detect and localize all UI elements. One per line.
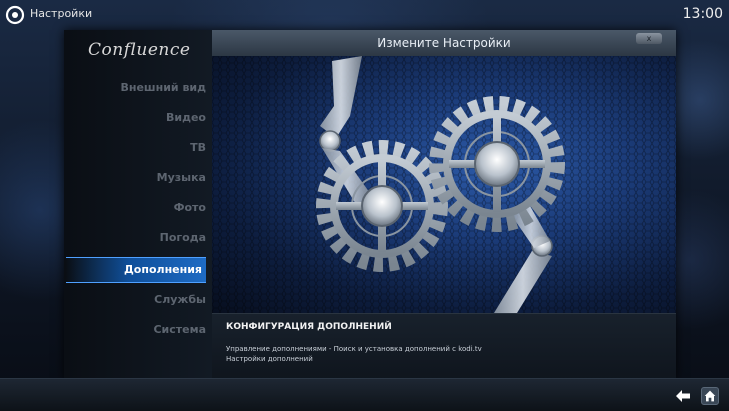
sidebar-item-video[interactable]: Видео — [66, 107, 206, 129]
sidebar-item-tv[interactable]: ТВ — [66, 137, 206, 159]
info-description-line-2: Настройки дополнений — [226, 355, 313, 363]
info-title: КОНФИГУРАЦИЯ ДОПОЛНЕНИЙ — [226, 322, 392, 332]
top-bar: Настройки 13:00 — [0, 0, 729, 30]
sidebar-item-weather[interactable]: Погода — [66, 227, 206, 249]
sidebar-item-photos[interactable]: Фото — [66, 197, 206, 219]
home-icon[interactable] — [701, 387, 719, 405]
info-description-line-1: Управление дополнениями - Поиск и устано… — [226, 345, 482, 353]
content-header-title: Измените Настройки — [377, 36, 511, 50]
settings-window: Confluence Внешний вид Видео ТВ Музыка Ф… — [64, 30, 676, 380]
close-button[interactable]: x — [636, 33, 662, 44]
power-icon[interactable] — [4, 4, 26, 26]
window-title: Настройки — [30, 7, 93, 20]
sidebar-item-music[interactable]: Музыка — [66, 167, 206, 189]
addons-artwork — [212, 56, 676, 313]
gears-icon — [212, 56, 676, 313]
confluence-logo: Confluence — [88, 40, 191, 60]
settings-content: Измените Настройки x КОНФИГУРАЦИЯ ДОПОЛН… — [212, 30, 676, 380]
content-header: Измените Настройки x — [212, 30, 676, 56]
sidebar-item-services[interactable]: Службы — [66, 289, 206, 311]
clock: 13:00 — [682, 6, 723, 22]
bottom-bar — [0, 378, 729, 411]
sidebar-item-system[interactable]: Система — [66, 319, 206, 341]
settings-sidebar: Confluence Внешний вид Видео ТВ Музыка Ф… — [64, 30, 212, 380]
sidebar-item-appearance[interactable]: Внешний вид — [66, 77, 206, 99]
info-panel: КОНФИГУРАЦИЯ ДОПОЛНЕНИЙ Управление допол… — [212, 313, 676, 380]
back-arrow-icon[interactable] — [674, 387, 692, 405]
sidebar-item-addons[interactable]: Дополнения — [66, 257, 206, 283]
